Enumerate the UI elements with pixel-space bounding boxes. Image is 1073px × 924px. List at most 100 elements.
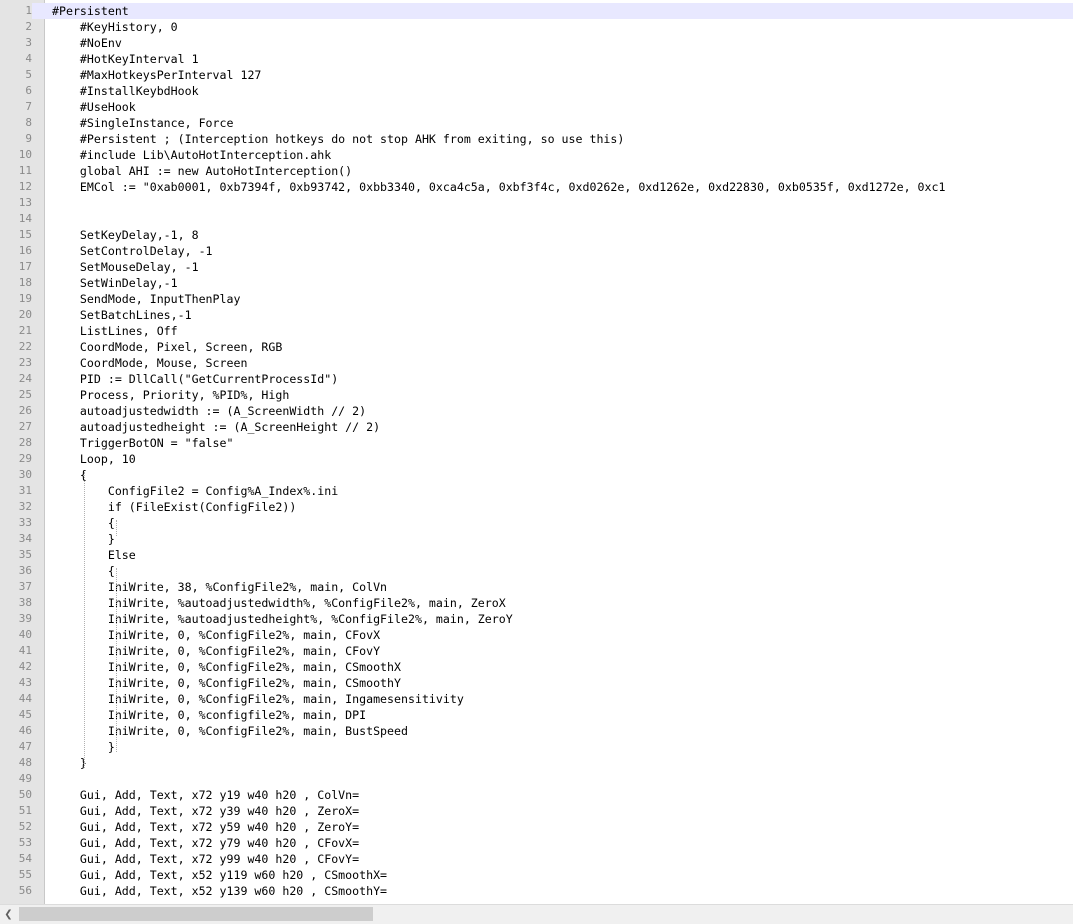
code-line[interactable]: 48 } <box>0 755 1073 771</box>
code-text[interactable]: IniWrite, 0, %ConfigFile2%, main, BustSp… <box>52 723 408 739</box>
code-line[interactable]: 47 } <box>0 739 1073 755</box>
code-text[interactable]: Gui, Add, Text, x72 y79 w40 h20 , CFovX= <box>52 835 359 851</box>
code-text[interactable]: SetBatchLines,-1 <box>52 307 192 323</box>
code-line[interactable]: 32 if (FileExist(ConfigFile2)) <box>0 499 1073 515</box>
code-text[interactable]: if (FileExist(ConfigFile2)) <box>52 499 296 515</box>
code-text[interactable]: IniWrite, 0, %ConfigFile2%, main, CFovX <box>52 627 380 643</box>
code-line[interactable]: 9 #Persistent ; (Interception hotkeys do… <box>0 131 1073 147</box>
code-text[interactable]: CoordMode, Pixel, Screen, RGB <box>52 339 282 355</box>
code-line[interactable]: 21 ListLines, Off <box>0 323 1073 339</box>
code-text[interactable]: SendMode, InputThenPlay <box>52 291 241 307</box>
code-line[interactable]: 5 #MaxHotkeysPerInterval 127 <box>0 67 1073 83</box>
code-text[interactable]: autoadjustedwidth := (A_ScreenWidth // 2… <box>52 403 366 419</box>
code-line[interactable]: 6 #InstallKeybdHook <box>0 83 1073 99</box>
code-line[interactable]: 14 <box>0 211 1073 227</box>
code-text[interactable]: IniWrite, 0, %configfile2%, main, DPI <box>52 707 366 723</box>
code-line[interactable]: 19 SendMode, InputThenPlay <box>0 291 1073 307</box>
code-text[interactable]: } <box>52 755 87 771</box>
code-line[interactable]: 15 SetKeyDelay,-1, 8 <box>0 227 1073 243</box>
code-text[interactable]: #include Lib\AutoHotInterception.ahk <box>52 147 331 163</box>
code-line[interactable]: 17 SetMouseDelay, -1 <box>0 259 1073 275</box>
code-text[interactable]: #InstallKeybdHook <box>52 83 199 99</box>
code-text[interactable]: TriggerBotON = "false" <box>52 435 234 451</box>
code-line[interactable]: 49 <box>0 771 1073 787</box>
code-line[interactable]: 56 Gui, Add, Text, x52 y139 w60 h20 , CS… <box>0 883 1073 899</box>
code-text[interactable]: Else <box>52 547 136 563</box>
horizontal-scrollbar[interactable]: ❮ <box>0 904 1073 924</box>
code-line[interactable]: 54 Gui, Add, Text, x72 y99 w40 h20 , CFo… <box>0 851 1073 867</box>
code-line[interactable]: 30 { <box>0 467 1073 483</box>
code-line[interactable]: 33 { <box>0 515 1073 531</box>
code-text[interactable]: #HotKeyInterval 1 <box>52 51 199 67</box>
code-text[interactable]: PID := DllCall("GetCurrentProcessId") <box>52 371 338 387</box>
code-text[interactable]: ConfigFile2 = Config%A_Index%.ini <box>52 483 338 499</box>
code-text[interactable]: #Persistent <box>52 3 129 19</box>
code-line[interactable]: 18 SetWinDelay,-1 <box>0 275 1073 291</box>
code-text[interactable]: IniWrite, 0, %ConfigFile2%, main, CSmoot… <box>52 659 401 675</box>
code-line[interactable]: 4 #HotKeyInterval 1 <box>0 51 1073 67</box>
code-text[interactable]: SetWinDelay,-1 <box>52 275 178 291</box>
code-text[interactable]: autoadjustedheight := (A_ScreenHeight //… <box>52 419 380 435</box>
code-line[interactable]: 35 Else <box>0 547 1073 563</box>
code-line[interactable]: 13 <box>0 195 1073 211</box>
code-text[interactable]: IniWrite, %autoadjustedwidth%, %ConfigFi… <box>52 595 506 611</box>
code-text[interactable]: Gui, Add, Text, x52 y119 w60 h20 , CSmoo… <box>52 867 387 883</box>
code-line[interactable]: 34 } <box>0 531 1073 547</box>
code-text[interactable]: Loop, 10 <box>52 451 136 467</box>
code-line[interactable]: 20 SetBatchLines,-1 <box>0 307 1073 323</box>
code-line[interactable]: 41 IniWrite, 0, %ConfigFile2%, main, CFo… <box>0 643 1073 659</box>
code-text[interactable]: IniWrite, %autoadjustedheight%, %ConfigF… <box>52 611 513 627</box>
code-line[interactable]: 10 #include Lib\AutoHotInterception.ahk <box>0 147 1073 163</box>
code-text[interactable]: ListLines, Off <box>52 323 178 339</box>
code-text[interactable]: SetKeyDelay,-1, 8 <box>52 227 199 243</box>
code-line[interactable]: 8 #SingleInstance, Force <box>0 115 1073 131</box>
code-line[interactable]: 38 IniWrite, %autoadjustedwidth%, %Confi… <box>0 595 1073 611</box>
code-line[interactable]: 43 IniWrite, 0, %ConfigFile2%, main, CSm… <box>0 675 1073 691</box>
code-line[interactable]: 52 Gui, Add, Text, x72 y59 w40 h20 , Zer… <box>0 819 1073 835</box>
code-editor[interactable]: 1 #Persistent 2 #KeyHistory, 03 #NoEnv 4 #H… <box>0 0 1073 904</box>
code-text[interactable]: IniWrite, 38, %ConfigFile2%, main, ColVn <box>52 579 387 595</box>
code-line[interactable]: 31 ConfigFile2 = Config%A_Index%.ini <box>0 483 1073 499</box>
code-text[interactable]: #UseHook <box>52 99 136 115</box>
code-text[interactable]: Gui, Add, Text, x72 y39 w40 h20 , ZeroX= <box>52 803 359 819</box>
code-text[interactable]: IniWrite, 0, %ConfigFile2%, main, Ingame… <box>52 691 464 707</box>
code-text[interactable]: IniWrite, 0, %ConfigFile2%, main, CFovY <box>52 643 380 659</box>
code-line[interactable]: 23 CoordMode, Mouse, Screen <box>0 355 1073 371</box>
code-line[interactable]: 50 Gui, Add, Text, x72 y19 w40 h20 , Col… <box>0 787 1073 803</box>
code-line[interactable]: 24 PID := DllCall("GetCurrentProcessId") <box>0 371 1073 387</box>
code-line[interactable]: 16 SetControlDelay, -1 <box>0 243 1073 259</box>
code-line[interactable]: 2 #KeyHistory, 0 <box>0 19 1073 35</box>
code-text[interactable]: #MaxHotkeysPerInterval 127 <box>52 67 262 83</box>
code-line[interactable]: 37 IniWrite, 38, %ConfigFile2%, main, Co… <box>0 579 1073 595</box>
code-text[interactable]: Gui, Add, Text, x52 y139 w60 h20 , CSmoo… <box>52 883 387 899</box>
code-line[interactable]: 11 global AHI := new AutoHotInterception… <box>0 163 1073 179</box>
code-text[interactable]: #SingleInstance, Force <box>52 115 234 131</box>
chevron-left-icon[interactable]: ❮ <box>0 905 17 924</box>
code-line[interactable]: 7 #UseHook <box>0 99 1073 115</box>
code-text[interactable]: SetMouseDelay, -1 <box>52 259 199 275</box>
code-line[interactable]: 29 Loop, 10 <box>0 451 1073 467</box>
code-line[interactable]: 44 IniWrite, 0, %ConfigFile2%, main, Ing… <box>0 691 1073 707</box>
code-line[interactable]: 45 IniWrite, 0, %configfile2%, main, DPI <box>0 707 1073 723</box>
code-line[interactable]: 3 #NoEnv <box>0 35 1073 51</box>
code-line[interactable]: 53 Gui, Add, Text, x72 y79 w40 h20 , CFo… <box>0 835 1073 851</box>
code-text[interactable]: Gui, Add, Text, x72 y19 w40 h20 , ColVn= <box>52 787 359 803</box>
code-text[interactable]: IniWrite, 0, %ConfigFile2%, main, CSmoot… <box>52 675 401 691</box>
code-text[interactable]: Gui, Add, Text, x72 y99 w40 h20 , CFovY= <box>52 851 359 867</box>
code-line[interactable]: 36 { <box>0 563 1073 579</box>
code-text[interactable]: SetControlDelay, -1 <box>52 243 213 259</box>
code-text[interactable]: EMCol := "0xab0001, 0xb7394f, 0xb93742, … <box>52 179 946 195</box>
code-line[interactable]: 39 IniWrite, %autoadjustedheight%, %Conf… <box>0 611 1073 627</box>
code-text[interactable]: global AHI := new AutoHotInterception() <box>52 163 352 179</box>
code-line[interactable]: 46 IniWrite, 0, %ConfigFile2%, main, Bus… <box>0 723 1073 739</box>
code-line[interactable]: 42 IniWrite, 0, %ConfigFile2%, main, CSm… <box>0 659 1073 675</box>
code-line[interactable]: 27 autoadjustedheight := (A_ScreenHeight… <box>0 419 1073 435</box>
code-text[interactable]: #Persistent ; (Interception hotkeys do n… <box>52 131 624 147</box>
code-line[interactable]: 40 IniWrite, 0, %ConfigFile2%, main, CFo… <box>0 627 1073 643</box>
code-text[interactable]: #NoEnv <box>52 35 122 51</box>
code-line[interactable]: 28 TriggerBotON = "false" <box>0 435 1073 451</box>
code-line[interactable]: 51 Gui, Add, Text, x72 y39 w40 h20 , Zer… <box>0 803 1073 819</box>
code-text[interactable]: { <box>52 467 87 483</box>
scrollbar-thumb[interactable] <box>19 907 373 921</box>
code-text[interactable]: Process, Priority, %PID%, High <box>52 387 289 403</box>
